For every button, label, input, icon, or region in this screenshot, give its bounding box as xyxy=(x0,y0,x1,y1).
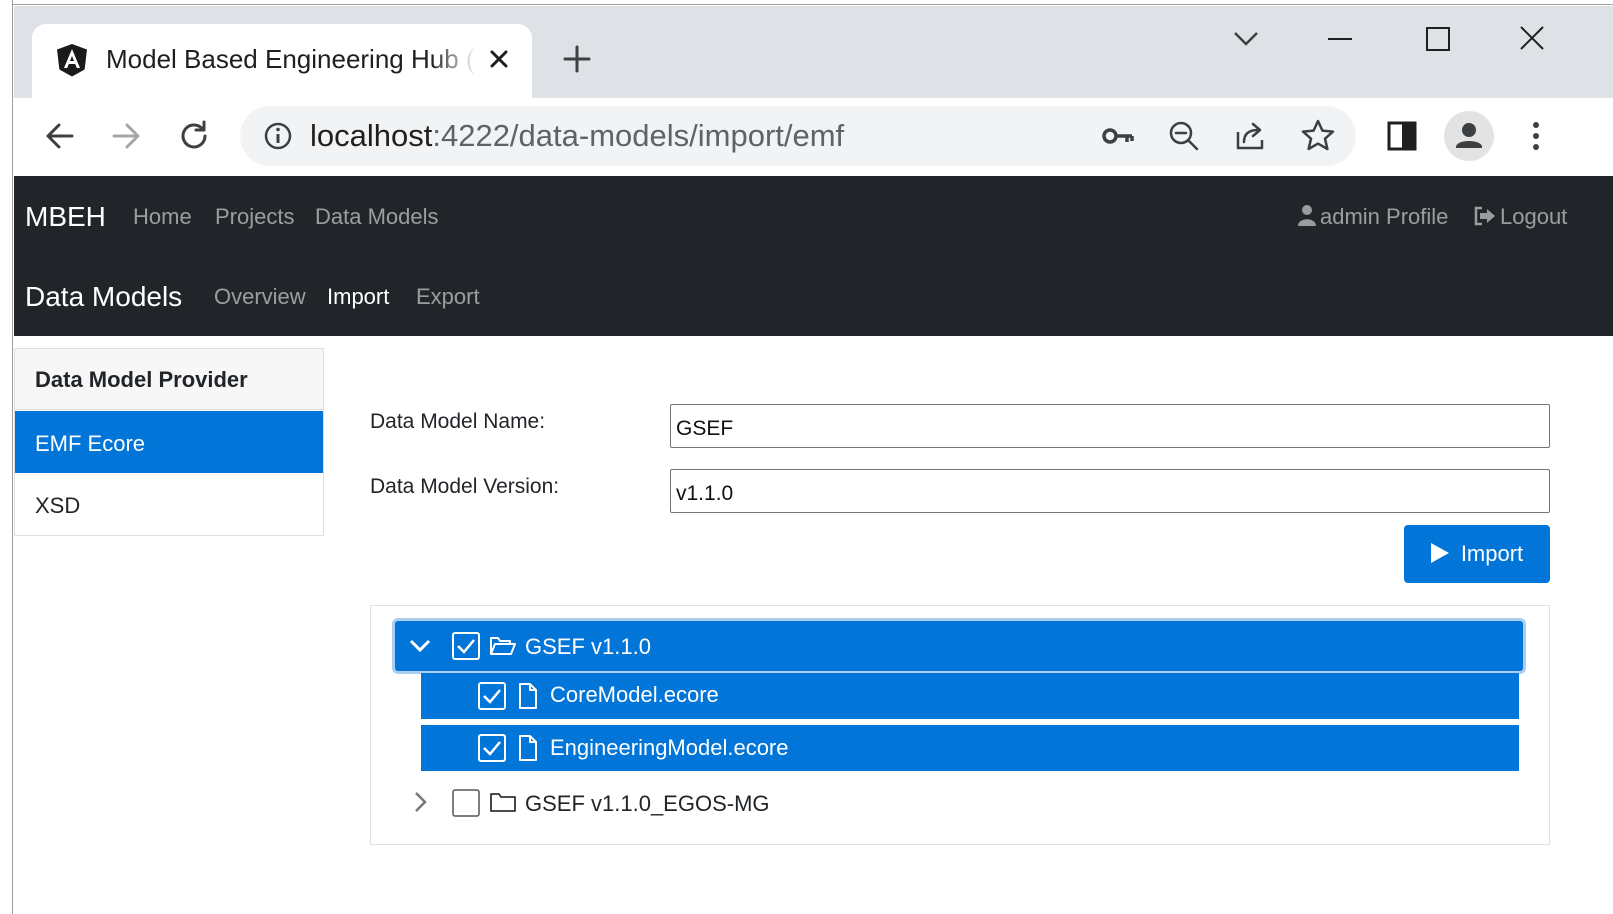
file-icon xyxy=(517,682,539,710)
nav-link-logout[interactable]: Logout xyxy=(1474,200,1567,236)
logout-icon xyxy=(1474,202,1496,236)
nav-link-data-models[interactable]: Data Models xyxy=(315,200,439,234)
folder-icon xyxy=(489,791,517,815)
checkbox-checked-icon[interactable] xyxy=(451,631,481,661)
forward-arrow-icon[interactable] xyxy=(106,116,146,156)
side-panel-icon[interactable] xyxy=(1382,116,1422,156)
data-model-name-input[interactable] xyxy=(670,404,1550,448)
section-title[interactable]: Data Models xyxy=(25,278,182,316)
new-tab-icon[interactable] xyxy=(560,42,594,76)
bookmark-star-icon[interactable] xyxy=(1298,116,1338,156)
back-arrow-icon[interactable] xyxy=(40,116,80,156)
name-label: Data Model Name: xyxy=(370,410,546,433)
profile-label: admin Profile xyxy=(1320,204,1449,229)
zoom-out-icon[interactable] xyxy=(1164,116,1204,156)
import-button[interactable]: Import xyxy=(1404,525,1550,583)
play-icon xyxy=(1430,543,1449,563)
tree-node-label: CoreModel.ecore xyxy=(550,682,719,707)
url-host: localhost xyxy=(310,118,433,153)
import-button-label: Import xyxy=(1460,541,1524,566)
data-model-version-input[interactable] xyxy=(670,469,1550,513)
maximize-icon[interactable] xyxy=(1418,22,1458,56)
angular-logo-icon xyxy=(54,42,90,78)
checkbox-checked-icon[interactable] xyxy=(477,733,507,763)
provider-list-header: Data Model Provider xyxy=(15,349,323,410)
key-icon[interactable] xyxy=(1098,116,1138,156)
chevron-right-icon[interactable] xyxy=(406,788,434,816)
folder-open-icon xyxy=(489,634,517,658)
reload-icon[interactable] xyxy=(174,116,214,156)
subnav-link-overview[interactable]: Overview xyxy=(214,280,306,314)
user-icon xyxy=(1298,202,1316,236)
url-path: :4222/data-models/import/emf xyxy=(432,118,845,153)
tab-close-icon[interactable] xyxy=(484,44,514,74)
tree-node-label: GSEF v1.1.0 xyxy=(525,634,651,659)
window-top-border xyxy=(13,0,1613,5)
share-icon[interactable] xyxy=(1230,116,1270,156)
checkbox-checked-icon[interactable] xyxy=(477,681,507,711)
site-info-icon[interactable] xyxy=(258,116,298,156)
minimize-icon[interactable] xyxy=(1320,22,1360,56)
url-text[interactable]: localhost:4222/data-models/import/emf xyxy=(310,116,844,156)
subnav-link-export[interactable]: Export xyxy=(416,280,480,314)
nav-link-projects[interactable]: Projects xyxy=(215,200,294,234)
provider-item-xsd[interactable]: XSD xyxy=(15,473,323,535)
window-left-border xyxy=(0,0,13,914)
file-icon xyxy=(517,734,539,762)
version-label: Data Model Version: xyxy=(370,475,560,498)
nav-link-profile[interactable]: admin Profile xyxy=(1298,200,1448,236)
logout-label: Logout xyxy=(1500,204,1568,229)
tree-node-label: GSEF v1.1.0_EGOS-MG xyxy=(525,791,770,816)
tree-node-label: EngineeringModel.ecore xyxy=(550,735,789,760)
checkbox-unchecked-icon[interactable] xyxy=(451,788,481,818)
browser-tab-title: Model Based Engineering Hub (Model Based… xyxy=(106,44,476,74)
profile-avatar-icon[interactable] xyxy=(1444,111,1494,161)
app-brand[interactable]: MBEH xyxy=(25,198,106,236)
window-close-icon[interactable] xyxy=(1512,22,1552,56)
chevron-down-icon[interactable] xyxy=(406,632,434,660)
tab-search-chevron-down-icon[interactable] xyxy=(1226,22,1266,56)
subnav-link-import[interactable]: Import xyxy=(327,280,389,314)
provider-item-emf-ecore[interactable]: EMF Ecore xyxy=(15,411,323,473)
nav-link-home[interactable]: Home xyxy=(133,200,192,234)
browser-menu-icon[interactable] xyxy=(1516,116,1556,156)
